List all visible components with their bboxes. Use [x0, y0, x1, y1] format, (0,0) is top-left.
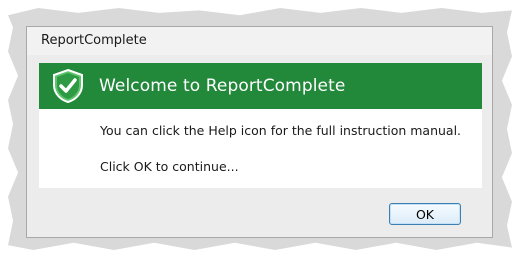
window-title: ReportComplete [41, 33, 147, 48]
message-line-help: You can click the Help icon for the full… [100, 123, 462, 138]
dialog-window: ReportComplete Welcome to ReportComplete… [26, 26, 493, 238]
title-bar: ReportComplete [27, 27, 492, 55]
banner-title: Welcome to ReportComplete [99, 76, 346, 96]
ok-button[interactable]: OK [389, 203, 461, 225]
welcome-banner: Welcome to ReportComplete [39, 63, 482, 109]
message-line-continue: Click OK to continue... [100, 159, 239, 174]
shield-check-icon [49, 67, 87, 105]
message-area: You can click the Help icon for the full… [39, 109, 482, 188]
